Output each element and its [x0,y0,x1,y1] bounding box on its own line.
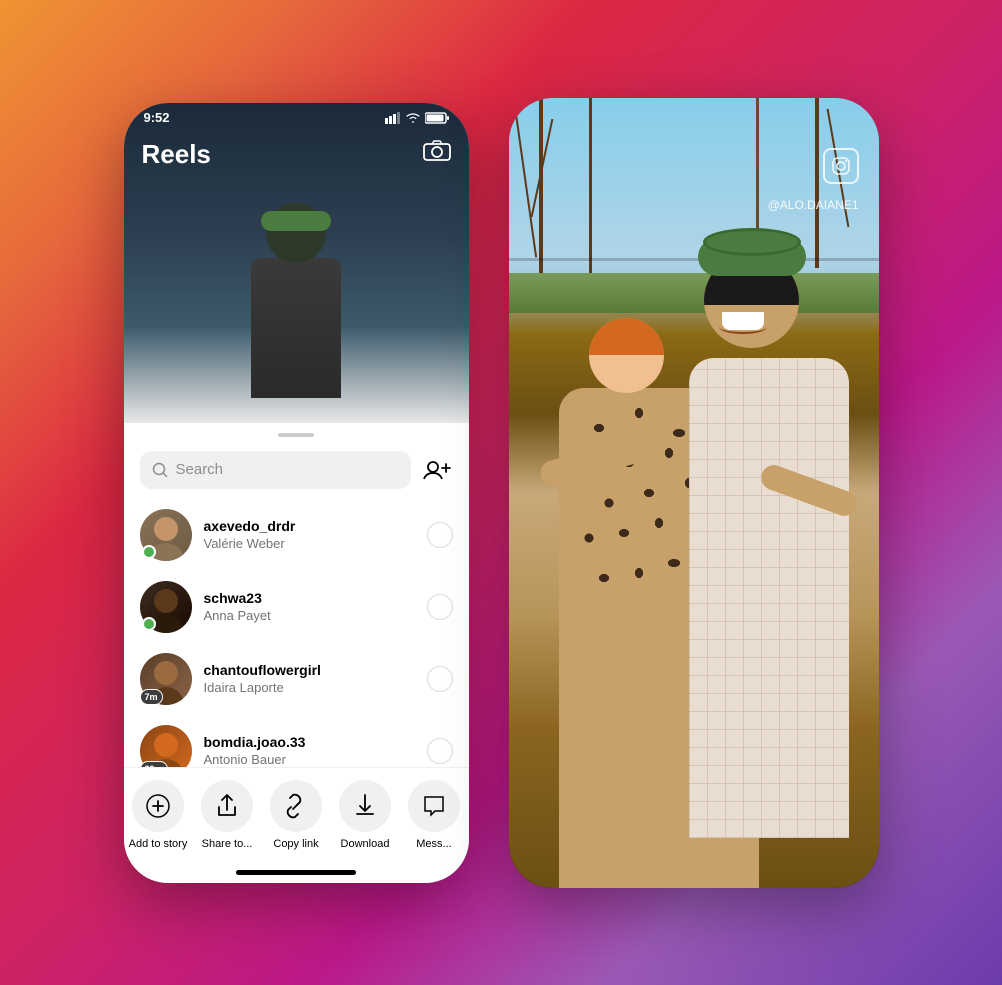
search-bar-container: Search [124,437,469,499]
camera-icon[interactable] [423,140,451,168]
radio-circle[interactable] [427,666,453,692]
status-time: 9:52 [144,110,170,125]
avatar-wrapper: 30m [140,725,192,767]
download-action[interactable]: Download [335,780,395,850]
figure-body [251,258,341,398]
home-indicator [236,870,356,875]
phone-right: @ALO.DAIANE1 [509,98,879,888]
copy-link-action[interactable]: Copy link [266,780,326,850]
message-icon-btn[interactable] [408,780,460,832]
username-tag: @ALO.DAIANE1 [768,198,859,212]
time-badge: 7m [140,689,163,705]
video-background: 9:52 R [124,103,469,423]
contact-username: bomdia.joao.33 [204,734,415,750]
radio-circle[interactable] [427,522,453,548]
reels-header: Reels [124,139,469,170]
tree-trunk-2 [589,98,592,298]
contact-info: schwa23 Anna Payet [204,590,415,623]
instagram-icon [823,148,859,184]
contact-info: bomdia.joao.33 Antonio Bauer [204,734,415,767]
tree-trunk-4 [756,98,759,248]
online-dot [142,545,156,559]
link-icon [283,793,309,819]
add-to-story-icon [145,793,171,819]
contact-username: chantouflowergirl [204,662,415,678]
contact-name: Anna Payet [204,608,415,623]
search-placeholder: Search [176,461,224,478]
avatar-wrapper [140,509,192,561]
status-icons [385,112,449,124]
add-to-story-label: Add to story [129,838,188,850]
message-icon [421,793,447,819]
second-person-head [589,318,664,393]
action-bar: Add to story Share to... [124,767,469,870]
download-icon [353,793,377,819]
wifi-icon [405,112,421,124]
message-action[interactable]: Mess... [404,780,464,850]
contact-item[interactable]: schwa23 Anna Payet [124,571,469,643]
add-to-story-icon-btn[interactable] [132,780,184,832]
video-figure [236,203,356,423]
contact-info: axevedo_drdr Valérie Weber [204,518,415,551]
contact-name: Idaira Laporte [204,680,415,695]
avatar-wrapper [140,581,192,633]
person-smile [719,320,767,334]
status-bar: 9:52 [124,103,469,133]
second-person-hair [589,318,664,356]
contact-list: axevedo_drdr Valérie Weber schwa23 Anna … [124,499,469,767]
figure-head [266,203,326,263]
share-to-label: Share to... [202,838,253,850]
copy-link-icon-btn[interactable] [270,780,322,832]
radio-circle[interactable] [427,594,453,620]
tree-trunk-3 [815,98,819,268]
download-label: Download [341,838,390,850]
avatar-wrapper: 7m [140,653,192,705]
contact-info: chantouflowergirl Idaira Laporte [204,662,415,695]
add-to-story-action[interactable]: Add to story [128,780,188,850]
reel-content: @ALO.DAIANE1 [509,98,879,888]
signal-icon [385,112,401,124]
online-dot [142,617,156,631]
message-label: Mess... [416,838,451,850]
contact-name: Valérie Weber [204,536,415,551]
plaid-shirt-body [689,358,849,838]
battery-icon [425,112,449,124]
beanie-top [703,228,801,256]
contact-item[interactable]: 30m bomdia.joao.33 Antonio Bauer [124,715,469,767]
download-icon-btn[interactable] [339,780,391,832]
contact-username: axevedo_drdr [204,518,415,534]
share-sheet: Search axevedo_ [124,423,469,883]
search-bar[interactable]: Search [140,451,411,489]
time-badge: 30m [140,761,168,767]
radio-circle[interactable] [427,738,453,764]
contact-name: Antonio Bauer [204,752,415,767]
fence-line [509,258,879,261]
share-icon [215,793,239,819]
contact-username: schwa23 [204,590,415,606]
ground [509,273,879,313]
share-to-icon-btn[interactable] [201,780,253,832]
tree-trunk-1 [539,98,543,278]
search-icon [152,462,168,478]
share-to-action[interactable]: Share to... [197,780,257,850]
phone-left: 9:52 R [124,103,469,883]
contact-item[interactable]: 7m chantouflowergirl Idaira Laporte [124,643,469,715]
add-people-icon[interactable] [421,454,453,486]
copy-link-label: Copy link [273,838,318,850]
reels-title: Reels [142,139,211,170]
contact-item[interactable]: axevedo_drdr Valérie Weber [124,499,469,571]
